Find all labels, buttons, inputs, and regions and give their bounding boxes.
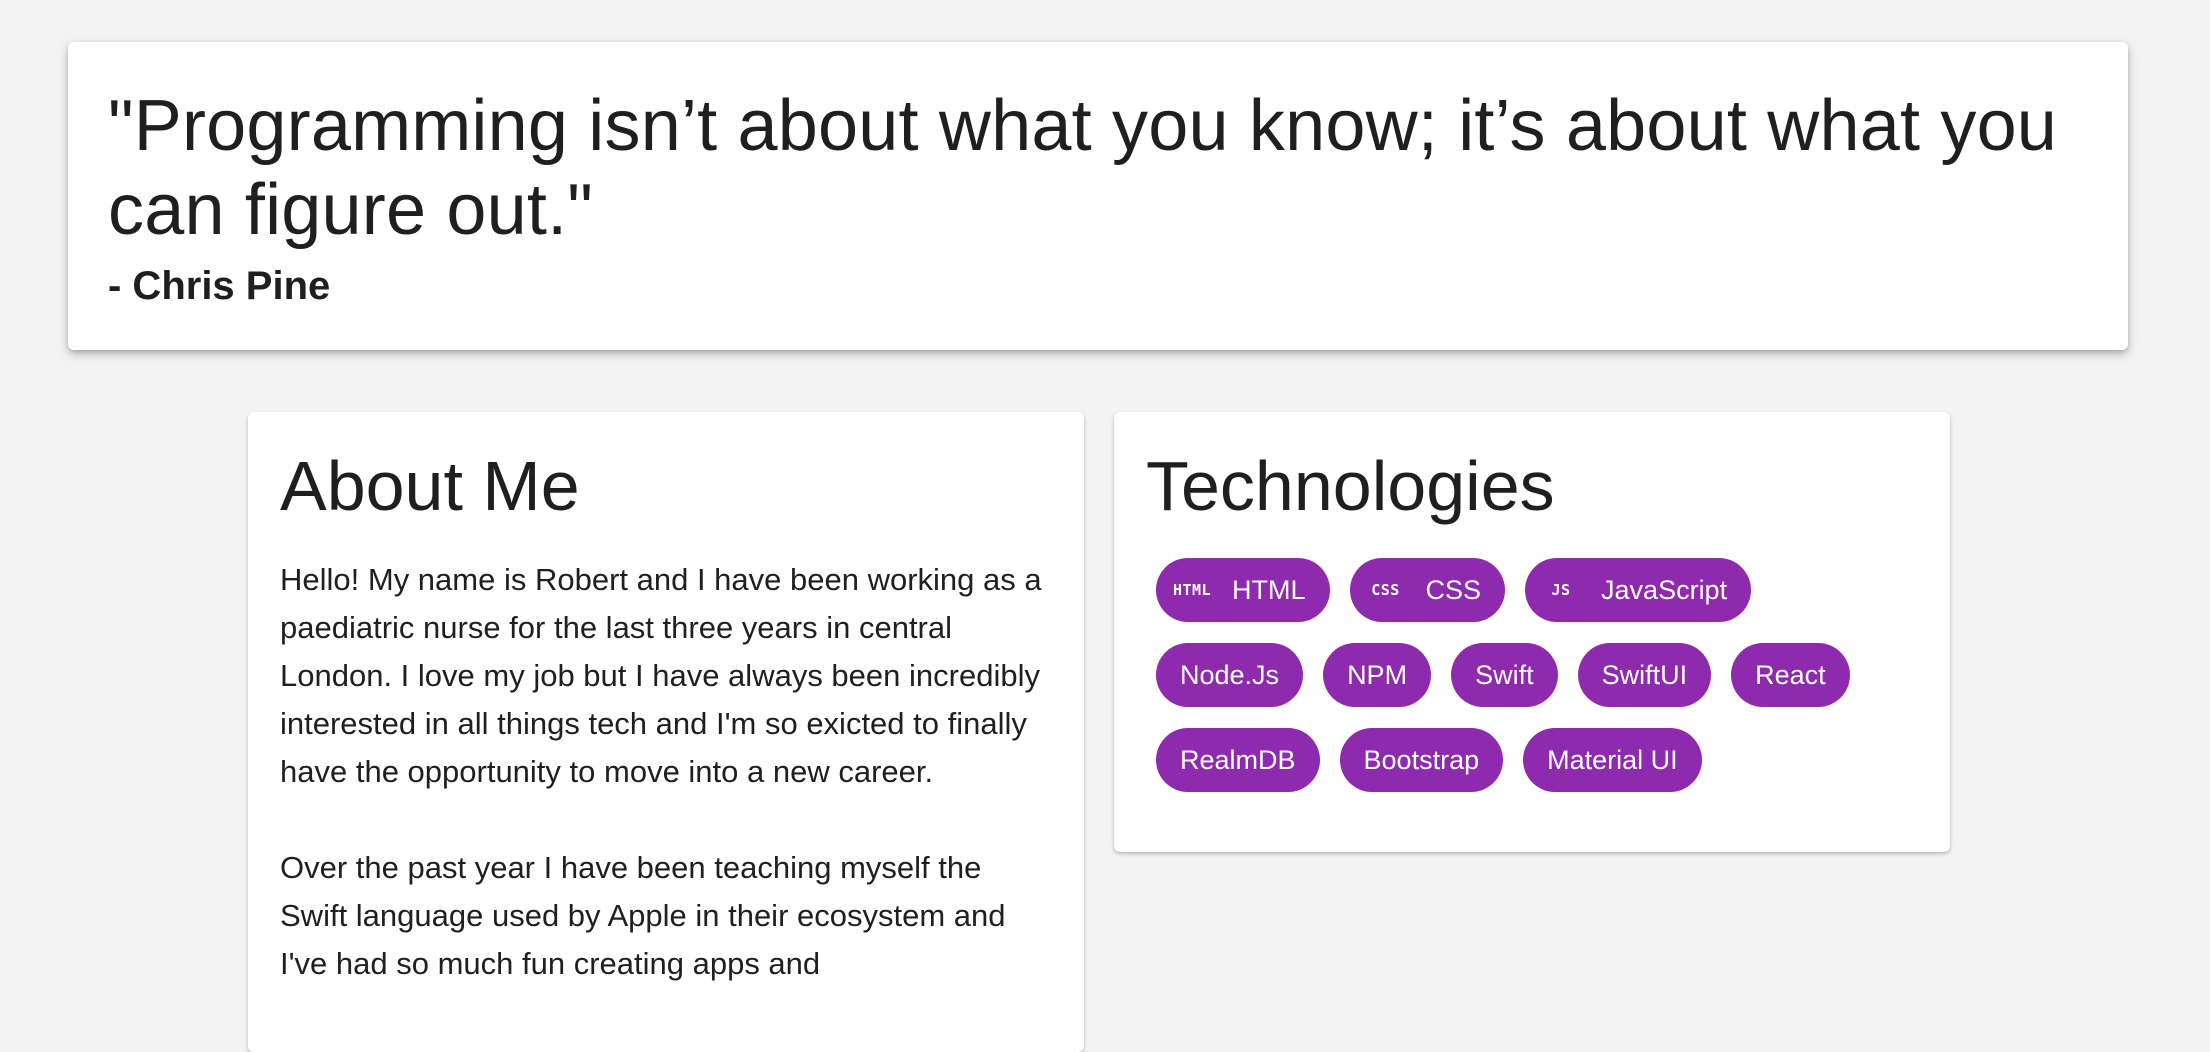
chip-javascript[interactable]: JS JavaScript xyxy=(1525,558,1752,622)
quote-author: - Chris Pine xyxy=(108,264,331,308)
chip-material-ui[interactable]: Material UI xyxy=(1523,728,1702,792)
about-me-body: Hello! My name is Robert and I have been… xyxy=(280,556,1052,988)
about-paragraph: Hello! My name is Robert and I have been… xyxy=(280,562,1042,789)
chip-react[interactable]: React xyxy=(1731,643,1850,707)
chip-label: SwiftUI xyxy=(1601,659,1688,690)
chip-html[interactable]: HTML HTML xyxy=(1156,558,1330,622)
chip-label: Swift xyxy=(1475,659,1534,690)
chip-swiftui[interactable]: SwiftUI xyxy=(1577,643,1712,707)
chip-label: RealmDB xyxy=(1180,744,1296,775)
chip-swift[interactable]: Swift xyxy=(1451,643,1558,707)
about-paragraph: Over the past year I have been teaching … xyxy=(280,850,1006,981)
quote-text: "Programming isn’t about what you know; … xyxy=(108,86,2058,250)
css-icon: CSS xyxy=(1371,580,1400,599)
chip-label: Node.Js xyxy=(1180,659,1280,690)
chip-label: HTML xyxy=(1232,574,1306,605)
chip-css[interactable]: CSS CSS xyxy=(1349,558,1506,622)
chip-label: CSS xyxy=(1425,574,1482,605)
chip-label: Material UI xyxy=(1547,744,1678,775)
technologies-card: Technologies HTML HTML CSS CSS JS JavaSc… xyxy=(1114,412,1950,852)
technologies-title: Technologies xyxy=(1146,447,1555,525)
chip-label: NPM xyxy=(1347,659,1408,690)
quote-card: "Programming isn’t about what you know; … xyxy=(68,42,2128,350)
chip-realmdb[interactable]: RealmDB xyxy=(1156,728,1320,792)
html-icon: HTML xyxy=(1172,580,1212,599)
technology-chips: HTML HTML CSS CSS JS JavaScript Node.Js … xyxy=(1146,558,1916,792)
javascript-icon: JS xyxy=(1551,580,1571,599)
about-me-card: About Me Hello! My name is Robert and I … xyxy=(248,412,1084,1052)
chip-nodejs[interactable]: Node.Js xyxy=(1156,643,1304,707)
chip-label: React xyxy=(1755,659,1826,690)
chip-bootstrap[interactable]: Bootstrap xyxy=(1339,728,1504,792)
chip-label: JavaScript xyxy=(1601,574,1728,605)
chip-npm[interactable]: NPM xyxy=(1323,643,1432,707)
chip-label: Bootstrap xyxy=(1363,744,1480,775)
about-me-title: About Me xyxy=(280,447,580,525)
